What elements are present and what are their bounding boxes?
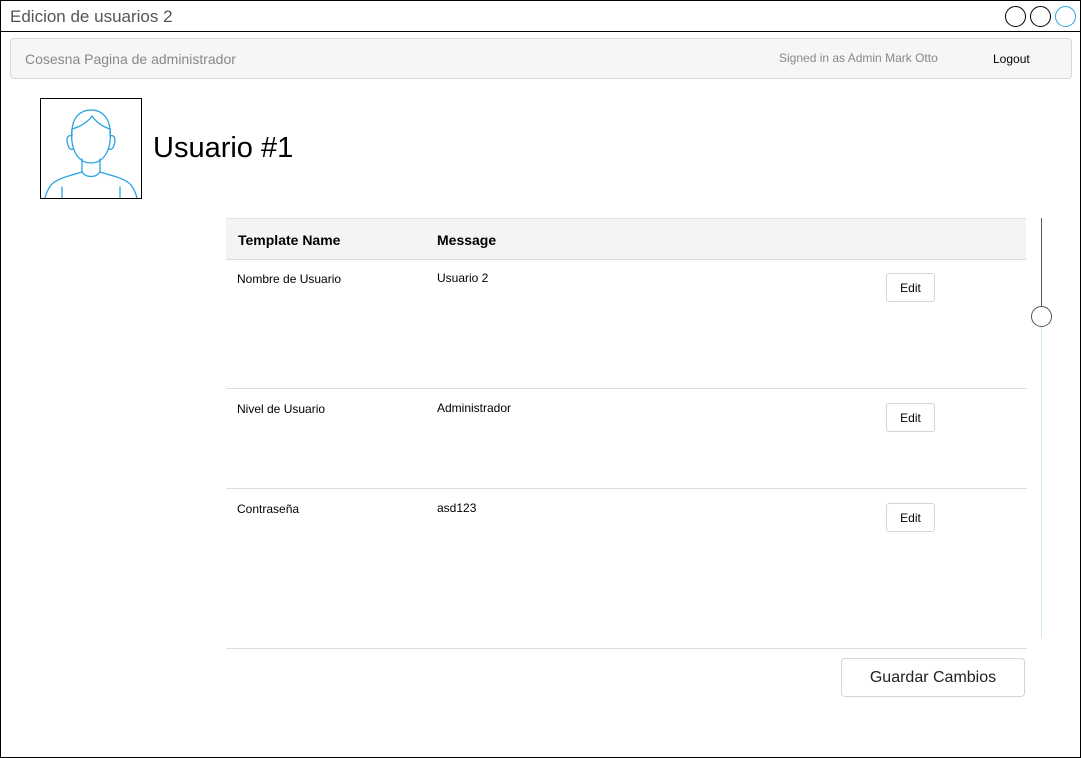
table-row: Nivel de Usuario Administrador Edit <box>226 389 1027 489</box>
window-title: Edicion de usuarios 2 <box>10 7 173 26</box>
edit-button[interactable]: Edit <box>886 273 935 302</box>
window-control-3[interactable] <box>1055 6 1076 27</box>
row-name: Contraseña <box>237 502 300 516</box>
table-row: Nombre de Usuario Usuario 2 Edit <box>226 259 1027 389</box>
edit-button[interactable]: Edit <box>886 503 935 532</box>
navbar: Cosesna Pagina de administrador Signed i… <box>10 38 1072 79</box>
window-control-2[interactable] <box>1030 6 1051 27</box>
scrollbar-track-lower[interactable] <box>1041 326 1042 638</box>
table-header: Template Name Message <box>226 218 1026 260</box>
navbar-brand[interactable]: Cosesna Pagina de administrador <box>25 51 236 67</box>
column-header-template-name: Template Name <box>238 232 341 248</box>
table-row: Contraseña asd123 Edit <box>226 489 1027 649</box>
save-changes-button[interactable]: Guardar Cambios <box>841 658 1025 697</box>
logout-link[interactable]: Logout <box>993 52 1030 66</box>
row-name: Nivel de Usuario <box>237 402 326 416</box>
row-message: asd123 <box>437 501 477 515</box>
page-title: Usuario #1 <box>153 132 294 164</box>
row-name: Nombre de Usuario <box>237 272 342 286</box>
signed-in-text: Signed in as Admin Mark Otto <box>779 51 938 65</box>
row-message: Usuario 2 <box>437 271 489 285</box>
user-avatar-icon <box>40 98 142 199</box>
scrollbar-thumb[interactable] <box>1031 306 1052 327</box>
window-control-1[interactable] <box>1005 6 1026 27</box>
app-window: Edicion de usuarios 2 Cosesna Pagina de … <box>0 0 1081 758</box>
edit-button[interactable]: Edit <box>886 403 935 432</box>
title-bar: Edicion de usuarios 2 <box>1 1 1080 32</box>
row-message: Administrador <box>437 401 512 415</box>
column-header-message: Message <box>437 232 497 248</box>
